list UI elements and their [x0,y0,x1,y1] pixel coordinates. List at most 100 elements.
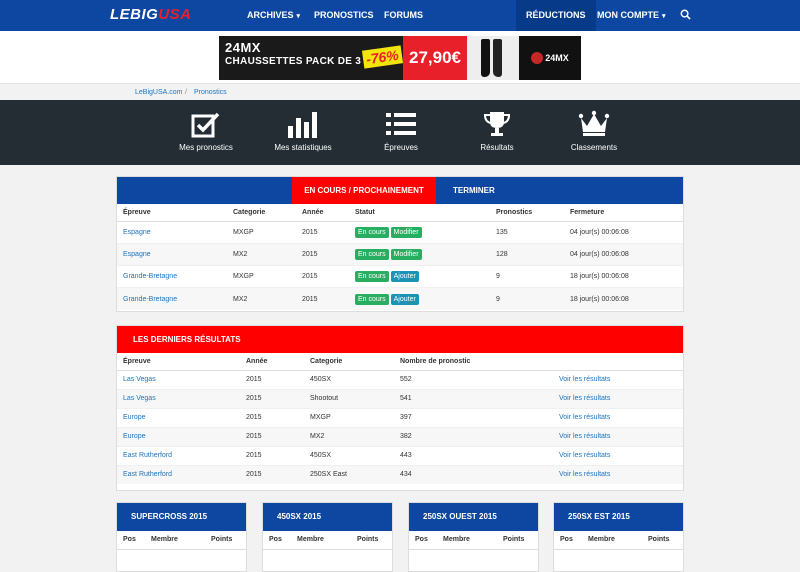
caret-down-icon: ▾ [296,13,301,20]
table-row: Europe 2015 MX2 382 Voir les résultats [117,426,683,446]
event-link[interactable]: Grande-Bretagne [123,273,177,280]
column-header: Pos [117,531,145,550]
event-link[interactable]: Europe [123,433,146,440]
column-header: Fermeture [564,204,683,222]
add-button[interactable]: Ajouter [390,271,419,283]
table-cell: 434 [394,464,553,484]
table-cell: 04 jour(s) 00:06:08 [564,242,683,266]
view-results-link[interactable]: Voir les résultats [559,452,610,459]
nav-reductions[interactable]: RÉDUCTIONS [516,0,596,31]
column-header: Pos [409,531,437,550]
results-table: Épreuve Année Categorie Nombre de pronos… [117,353,683,484]
upcoming-events-panel: EN COURS / PROCHAINEMENT TERMINER Épreuv… [116,176,684,312]
ad-socks-image [467,36,519,80]
nav-pronostics[interactable]: PRONOSTICS [314,0,374,31]
modify-button[interactable]: Modifier [390,226,422,238]
event-link[interactable]: East Rutherford [123,452,172,459]
event-link[interactable]: Las Vegas [123,376,156,383]
tab-terminer[interactable]: TERMINER [453,177,495,204]
view-results-link[interactable]: Voir les résultats [559,395,610,402]
dashboard-label: Classements [570,143,618,152]
ad-brand-logo-text: 24MX [545,53,569,63]
nav-archives[interactable]: ARCHIVES ▾ [247,0,300,31]
table-header-row: Pos Membre Points [117,531,246,550]
column-header: Pronostics [490,204,564,222]
nav-archives-label: ARCHIVES [247,10,294,20]
table-cell: 04 jour(s) 00:06:08 [564,220,683,244]
table-row: Europe 2015 MXGP 397 Voir les résultats [117,407,683,427]
standings-title: 250SX OUEST 2015 [409,503,538,531]
column-header: Membre [145,531,205,550]
table-row: Las Vegas 2015 450SX 552 Voir les résult… [117,369,683,389]
view-results-link[interactable]: Voir les résultats [559,471,610,478]
table-cell: 9 [490,287,564,311]
view-results-link[interactable]: Voir les résultats [559,433,610,440]
standings-title: SUPERCROSS 2015 [117,503,246,531]
table-cell: 135 [490,220,564,244]
table-row: Espagne MX2 2015 En cours Modifier 128 04… [117,242,683,266]
dashboard-mes-pronostics[interactable]: Mes pronostics [176,100,236,165]
table-cell: 2015 [296,265,349,288]
nav-account[interactable]: MON COMPTE ▾ [597,0,666,31]
table-cell: 18 jour(s) 00:06:08 [564,265,683,288]
table-row: Grande-Bretagne MX2 2015 En cours Ajouter… [117,287,683,311]
table-cell: 382 [394,426,553,446]
event-link[interactable]: Espagne [123,229,151,236]
table-header-row: Pos Membre Points [263,531,392,550]
table-cell: MXGP [304,407,394,427]
dashboard-label: Mes pronostics [179,143,233,152]
table-cell: 18 jour(s) 00:06:08 [564,287,683,311]
dashboard-epreuves[interactable]: Épreuves [378,100,424,165]
view-results-link[interactable]: Voir les résultats [559,414,610,421]
column-header: Membre [582,531,642,550]
dashboard-label: Résultats [480,143,514,152]
column-header: Points [642,531,683,550]
column-header: Nombre de pronostic [394,353,553,371]
breadcrumb-separator: / [185,89,187,96]
view-results-link[interactable]: Voir les résultats [559,376,610,383]
modify-button[interactable]: Modifier [390,248,422,260]
breadcrumb-current[interactable]: Pronostics [194,89,227,96]
list-icon [386,113,416,135]
table-cell: 450SX [304,369,394,389]
table-cell: 541 [394,388,553,408]
table-cell: 2015 [296,220,349,244]
table-cell: 2015 [240,407,304,427]
table-cell: 397 [394,407,553,427]
table-cell: 552 [394,369,553,389]
search-icon[interactable] [680,9,691,20]
upcoming-table: Épreuve Categorie Année Statut Pronostic… [117,204,683,311]
table-cell: MXGP [227,220,296,244]
event-link[interactable]: Espagne [123,251,151,258]
bar-chart-icon [288,112,317,138]
table-row: Las Vegas 2015 Shootout 541 Voir les rés… [117,388,683,408]
event-link[interactable]: Grande-Bretagne [123,296,177,303]
caret-down-icon: ▾ [662,13,666,20]
site-logo[interactable]: LEBIGUSA [110,6,192,23]
breadcrumb-home[interactable]: LeBigUSA.com [135,89,182,96]
latest-results-panel: LES DERNIERS RÉSULTATS Épreuve Année Cat… [116,325,684,491]
table-cell: MXGP [227,265,296,288]
ad-banner[interactable]: 24MX CHAUSSETTES PACK DE 3 -76% 27,90€ 2… [219,36,581,80]
event-link[interactable]: East Rutherford [123,471,172,478]
table-header-row: Épreuve Categorie Année Statut Pronostic… [117,204,683,222]
table-cell: Shootout [304,388,394,408]
tab-en-cours[interactable]: EN COURS / PROCHAINEMENT [292,177,436,204]
column-header: Pos [263,531,291,550]
table-cell: 2015 [240,426,304,446]
add-button[interactable]: Ajouter [390,293,419,305]
table-cell: MX2 [304,426,394,446]
table-cell: 2015 [240,445,304,465]
event-link[interactable]: Europe [123,414,146,421]
dashboard-classements[interactable]: Classements [568,100,620,165]
dashboard-resultats[interactable]: Résultats [474,100,520,165]
logo-text-red: USA [158,6,192,23]
table-header-row: Épreuve Année Categorie Nombre de pronos… [117,353,683,371]
table-cell: 2015 [296,242,349,266]
column-header: Année [296,204,349,222]
event-link[interactable]: Las Vegas [123,395,156,402]
dashboard-mes-statistiques[interactable]: Mes statistiques [270,100,336,165]
nav-forums[interactable]: FORUMS [384,0,423,31]
ad-banner-area: 24MX CHAUSSETTES PACK DE 3 -76% 27,90€ 2… [0,31,800,84]
ad-price: 27,90€ [403,36,467,80]
